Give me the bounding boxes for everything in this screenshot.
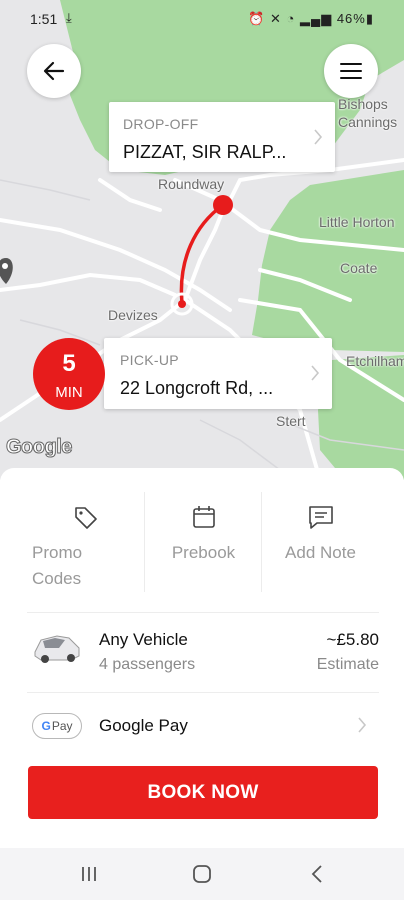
fare-price: ~£5.80 xyxy=(326,630,379,649)
promo-codes-button[interactable]: Promo Codes xyxy=(27,492,144,592)
home-icon xyxy=(193,865,211,883)
map-place-label: Stert xyxy=(276,413,306,429)
car-icon xyxy=(34,635,80,663)
download-icon: ⤓ xyxy=(66,10,72,25)
vehicle-option[interactable]: Any Vehicle 4 passengers ~£5.80 Estimate xyxy=(27,618,379,690)
home-button[interactable] xyxy=(187,862,217,886)
map-place-label: Cannings xyxy=(338,114,398,130)
status-indicators: ⏰ ✕ ◔ ▂▄▆ 46%▮ xyxy=(248,11,374,26)
tag-icon xyxy=(27,504,144,535)
divider xyxy=(27,612,379,613)
eta-number: 5 xyxy=(62,350,76,377)
arrow-left-icon xyxy=(43,61,65,81)
pickup-label: PICK-UP xyxy=(120,352,179,368)
hamburger-icon xyxy=(340,63,362,79)
quick-actions: Promo Codes Prebook Add Note xyxy=(27,492,379,592)
dropoff-address: PIZZAT, SIR RALP... xyxy=(123,142,287,162)
vehicle-capacity: 4 passengers xyxy=(99,656,196,673)
divider xyxy=(27,692,379,693)
back-button[interactable] xyxy=(27,44,81,98)
chevron-right-icon xyxy=(314,129,323,145)
dropoff-card[interactable]: DROP-OFF PIZZAT, SIR RALP... xyxy=(109,102,335,172)
prebook-label: Prebook xyxy=(171,543,236,562)
pickup-address: 22 Longcroft Rd, ... xyxy=(120,378,274,398)
fare-note: Estimate xyxy=(316,656,379,673)
map-place-label: Devizes xyxy=(108,307,158,323)
map-place-label: Roundway xyxy=(158,176,225,192)
note-icon xyxy=(262,504,379,535)
google-attribution: Google xyxy=(6,436,73,459)
pickup-card[interactable]: PICK-UP 22 Longcroft Rd, ... xyxy=(104,338,332,409)
map-place-label: Etchilham xyxy=(346,353,404,369)
map-place-label: Coate xyxy=(340,260,378,276)
eta-unit: MIN xyxy=(55,384,83,401)
menu-button[interactable] xyxy=(324,44,378,98)
calendar-icon xyxy=(145,504,262,535)
payment-method-row[interactable]: G Pay Google Pay xyxy=(27,694,379,760)
book-now-button[interactable]: BOOK NOW xyxy=(28,766,378,819)
status-time: 1:51 xyxy=(30,11,58,27)
chevron-left-icon xyxy=(311,865,322,883)
vehicle-name: Any Vehicle xyxy=(99,630,188,649)
chevron-right-icon xyxy=(311,365,320,381)
payment-method-name: Google Pay xyxy=(99,716,188,735)
status-bar: 1:51 ⤓ ⏰ ✕ ◔ ▂▄▆ 46%▮ xyxy=(0,0,404,36)
eta-badge: 5 MIN xyxy=(33,338,105,410)
prebook-button[interactable]: Prebook xyxy=(144,492,261,592)
booking-sheet: Promo Codes Prebook Add Note Any Vehicle… xyxy=(0,468,404,848)
promo-codes-label: Promo Codes xyxy=(32,543,83,588)
add-note-label: Add Note xyxy=(285,543,356,562)
system-nav-bar xyxy=(0,848,404,900)
map-place-label: Bishops xyxy=(338,96,388,112)
google-pay-badge: G Pay xyxy=(32,713,82,739)
chevron-right-icon xyxy=(358,717,367,733)
recent-apps-icon xyxy=(82,867,96,881)
google-pay-badge-text: Pay xyxy=(51,719,73,733)
recent-apps-button[interactable] xyxy=(74,862,104,886)
add-note-button[interactable]: Add Note xyxy=(261,492,378,592)
dropoff-label: DROP-OFF xyxy=(123,116,199,132)
map-place-label: Little Horton xyxy=(319,214,395,230)
system-back-button[interactable] xyxy=(302,862,332,886)
